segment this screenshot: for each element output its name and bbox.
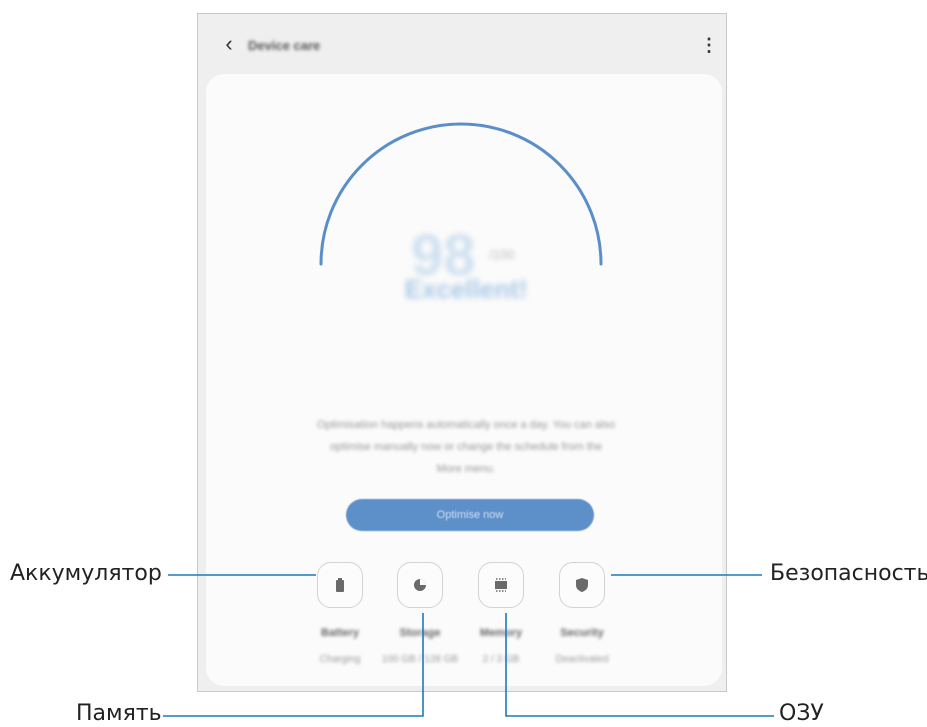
battery-label: Battery xyxy=(321,627,359,639)
memory-tile[interactable] xyxy=(478,562,524,608)
back-icon[interactable]: ‹ xyxy=(218,33,240,55)
chip-icon xyxy=(495,578,507,592)
page-title: Device care xyxy=(248,38,321,53)
storage-label: Storage xyxy=(399,627,441,639)
more-options-icon[interactable]: ⋮ xyxy=(700,36,718,56)
optimization-description: Optimisation happens automatically once … xyxy=(316,419,616,475)
security-tile[interactable] xyxy=(559,562,605,608)
battery-icon xyxy=(336,578,344,592)
app-bar: ‹ Device care ⋮ xyxy=(198,14,726,74)
storage-status: 100 GB / 128 GB xyxy=(381,654,459,665)
security-label: Security xyxy=(560,627,604,639)
optimize-now-button[interactable]: Optimise now xyxy=(346,499,594,531)
callout-battery: Аккумулятор xyxy=(10,561,162,586)
phone-screen: ‹ Device care ⋮ 98 /100 Excellent! Optim… xyxy=(197,13,727,692)
callout-storage: Память xyxy=(76,701,162,726)
security-status: Deactivated xyxy=(555,654,609,665)
callout-memory: ОЗУ xyxy=(779,701,824,726)
score-status: Excellent! xyxy=(404,274,528,304)
shield-icon xyxy=(576,578,588,592)
memory-label: Memory xyxy=(479,627,523,639)
score-unit: /100 xyxy=(489,247,515,262)
device-care-card: 98 /100 Excellent! Optimisation happens … xyxy=(206,74,722,686)
memory-status: 2 / 3 GB xyxy=(482,654,520,665)
pie-icon xyxy=(414,579,426,591)
callout-security: Безопасность xyxy=(770,561,927,586)
battery-status: Charging xyxy=(319,654,361,665)
battery-tile[interactable] xyxy=(317,562,363,608)
storage-tile[interactable] xyxy=(397,562,443,608)
